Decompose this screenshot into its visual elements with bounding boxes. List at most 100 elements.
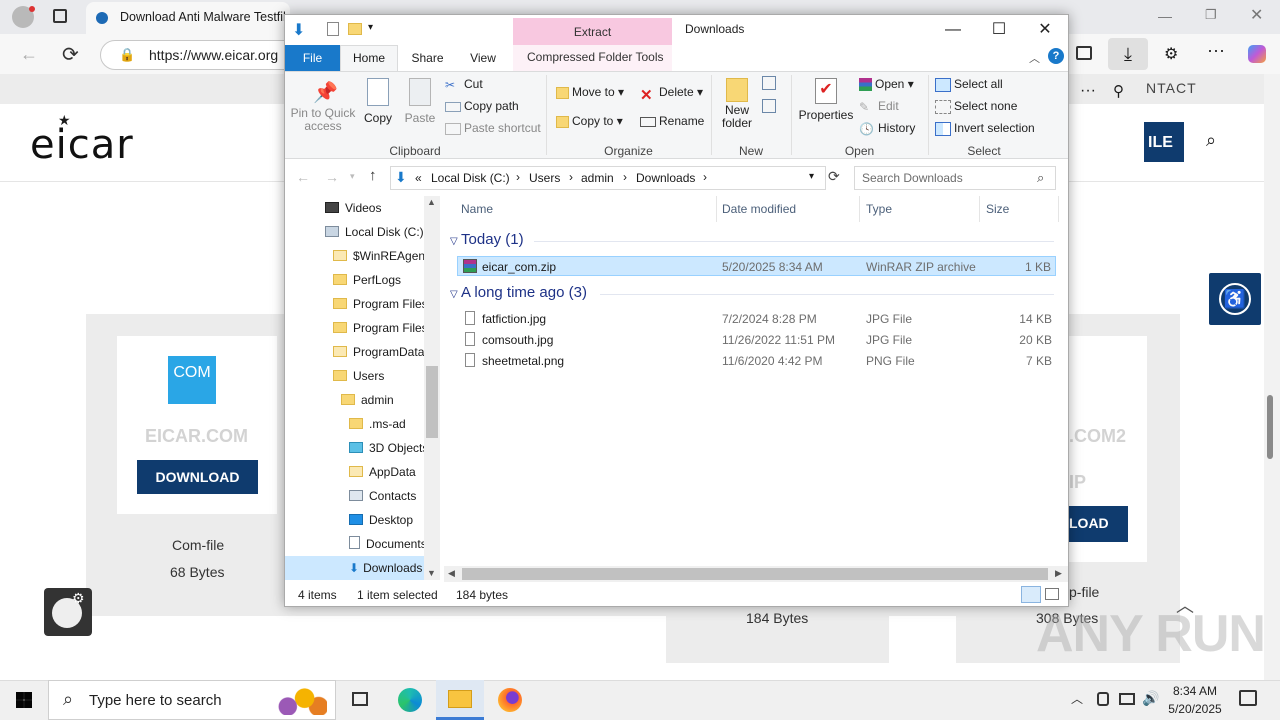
breadcrumb-users[interactable]: Users	[529, 171, 560, 185]
page-scrollbar[interactable]	[1264, 74, 1280, 680]
search-downloads-input[interactable]: Search Downloads ⌕	[854, 166, 1056, 190]
help-icon[interactable]: ?	[1048, 48, 1064, 64]
copy-to-button[interactable]: Copy to ▾	[556, 114, 623, 128]
breadcrumb-local-disk[interactable]: Local Disk (C:)	[431, 171, 510, 185]
page-scrollbar-thumb[interactable]	[1267, 395, 1273, 459]
eicar-logo[interactable]: eicar	[30, 122, 134, 168]
nav-scroll-up-icon[interactable]: ▲	[427, 197, 436, 207]
file-menu-button[interactable]: ILE	[1144, 122, 1184, 162]
breadcrumb-downloads[interactable]: Downloads	[636, 171, 695, 185]
new-item-icon[interactable]	[762, 76, 776, 90]
downloads-icon[interactable]: ⤓	[1108, 38, 1148, 70]
tab-file[interactable]: File	[285, 45, 340, 71]
edit-button[interactable]: ✎ Edit	[859, 99, 899, 114]
collapse-ribbon-icon[interactable]: ︿	[1029, 50, 1040, 66]
nav-item-programdata[interactable]: ProgramData	[285, 340, 424, 364]
task-view-button[interactable]	[336, 680, 384, 720]
nav-item-ms-ad[interactable]: .ms-ad	[285, 412, 424, 436]
tab-share[interactable]: Share	[400, 45, 455, 71]
tab-actions-icon[interactable]	[53, 9, 67, 23]
quick-access-down-icon[interactable]: ⬇	[292, 20, 305, 40]
select-none-button[interactable]: Select none	[935, 99, 1017, 114]
network-icon[interactable]	[1119, 693, 1135, 705]
contact-nav-link[interactable]: NTACT	[1146, 80, 1197, 96]
notifications-icon[interactable]	[1239, 690, 1257, 706]
taskbar-clock[interactable]: 8:34 AM 5/20/2025	[1160, 682, 1230, 718]
refresh-folder-icon[interactable]: ⟳	[828, 168, 840, 185]
rename-button[interactable]: Rename	[640, 114, 704, 128]
site-search-icon[interactable]: ⌕	[1206, 130, 1216, 151]
cut-button[interactable]: ✂ Cut	[445, 77, 483, 92]
history-button[interactable]: 🕓 History	[859, 121, 915, 136]
paste-shortcut-button[interactable]: Paste shortcut	[445, 121, 541, 135]
page-more-icon[interactable]: ···	[1080, 82, 1096, 100]
hscroll-right-icon[interactable]: ▶	[1055, 568, 1062, 579]
extensions-icon[interactable]: ⚙	[1164, 44, 1178, 64]
open-button[interactable]: Open ▾	[859, 77, 914, 92]
details-view-icon[interactable]	[1021, 586, 1041, 603]
nav-item-desktop[interactable]: Desktop	[285, 508, 424, 532]
file-row-sheetmetal[interactable]: sheetmetal.png 11/6/2020 4:42 PM PNG Fil…	[457, 351, 1056, 371]
delete-button[interactable]: ✕ Delete ▾	[640, 85, 703, 104]
refresh-icon[interactable]: ⟳	[62, 42, 79, 67]
address-bar[interactable]: 🔒 https://www.eicar.org	[100, 40, 300, 70]
new-folder-button[interactable]: New folder	[716, 78, 758, 140]
explorer-taskbar-button[interactable]	[436, 680, 484, 720]
address-history-icon[interactable]: ▾	[809, 171, 814, 182]
paste-button[interactable]: Paste	[402, 78, 438, 138]
tab-compressed-folder-tools[interactable]: Compressed Folder Tools	[513, 45, 672, 71]
nav-scroll-down-icon[interactable]: ▼	[427, 568, 436, 578]
hscroll-thumb[interactable]	[462, 568, 1048, 580]
column-header-size[interactable]: Size	[986, 202, 1009, 216]
column-header-type[interactable]: Type	[866, 202, 892, 216]
nav-item-winreagent[interactable]: $WinREAgent	[285, 244, 428, 268]
hscroll-left-icon[interactable]: ◀	[448, 568, 455, 579]
nav-item-local-disk[interactable]: Local Disk (C:)	[285, 220, 424, 244]
nav-forward-icon[interactable]: →	[325, 169, 339, 185]
copilot-icon[interactable]	[1248, 45, 1266, 63]
select-all-button[interactable]: Select all	[935, 77, 1003, 92]
copy-button[interactable]: Copy	[360, 78, 396, 138]
copy-path-button[interactable]: Copy path	[445, 99, 519, 113]
browser-tab[interactable]: Download Anti Malware Testfile	[86, 2, 290, 34]
nav-item-program-files[interactable]: Program Files	[285, 292, 428, 316]
download-com2-zip-button[interactable]: LOAD	[1069, 506, 1128, 542]
nav-item-admin[interactable]: admin	[285, 388, 424, 412]
download-eicar-com-button[interactable]: DOWNLOAD	[137, 460, 258, 494]
recent-locations-icon[interactable]: ▾	[350, 171, 355, 182]
group-long-ago-header[interactable]: ▽ A long time ago (3)	[450, 284, 1055, 301]
tab-home[interactable]: Home	[340, 45, 398, 72]
explorer-close-icon[interactable]: ✕	[1022, 15, 1068, 45]
column-header-name[interactable]: Name	[461, 202, 493, 216]
taskbar-search-box[interactable]: ⌕ Type here to search	[48, 680, 336, 720]
column-header-date[interactable]: Date modified	[722, 202, 796, 216]
pin-quick-access-button[interactable]: 📌 Pin to Quick access	[290, 78, 356, 138]
large-icons-view-icon[interactable]	[1045, 588, 1059, 600]
move-to-button[interactable]: Move to ▾	[556, 85, 624, 99]
new-folder-quick-icon[interactable]	[348, 23, 362, 35]
properties-quick-icon[interactable]	[327, 22, 339, 36]
site-info-icon[interactable]: 🔒	[119, 47, 135, 63]
restore-browser-icon[interactable]: ❐	[1205, 7, 1217, 23]
back-icon[interactable]: ←	[20, 44, 38, 65]
nav-item-contacts[interactable]: Contacts	[285, 484, 424, 508]
explorer-minimize-icon[interactable]: —	[930, 15, 976, 45]
close-browser-icon[interactable]: ✕	[1250, 5, 1263, 25]
nav-item-downloads[interactable]: ⬇ Downloads	[285, 556, 424, 580]
group-today-header[interactable]: ▽ Today (1)	[450, 231, 1055, 248]
system-tray-device-icon[interactable]	[1097, 692, 1109, 706]
explorer-maximize-icon[interactable]: ☐	[976, 15, 1022, 45]
easy-access-icon[interactable]	[762, 99, 776, 113]
show-hidden-icons-icon[interactable]: ︿	[1071, 690, 1083, 707]
nav-item-documents[interactable]: Documents	[285, 532, 427, 556]
invert-selection-button[interactable]: Invert selection	[935, 121, 1035, 136]
nav-item-videos[interactable]: Videos	[285, 196, 424, 220]
start-button[interactable]	[0, 680, 48, 720]
customize-quick-access-icon[interactable]: ▾	[368, 22, 373, 33]
split-screen-icon[interactable]	[1076, 46, 1092, 60]
nav-item-perflogs[interactable]: PerfLogs	[285, 268, 424, 292]
nav-scroll-thumb[interactable]	[426, 366, 438, 438]
accessibility-button[interactable]: ♿	[1209, 273, 1261, 325]
breadcrumb-overflow[interactable]: «	[415, 171, 422, 185]
up-folder-icon[interactable]: ↑	[369, 167, 377, 184]
